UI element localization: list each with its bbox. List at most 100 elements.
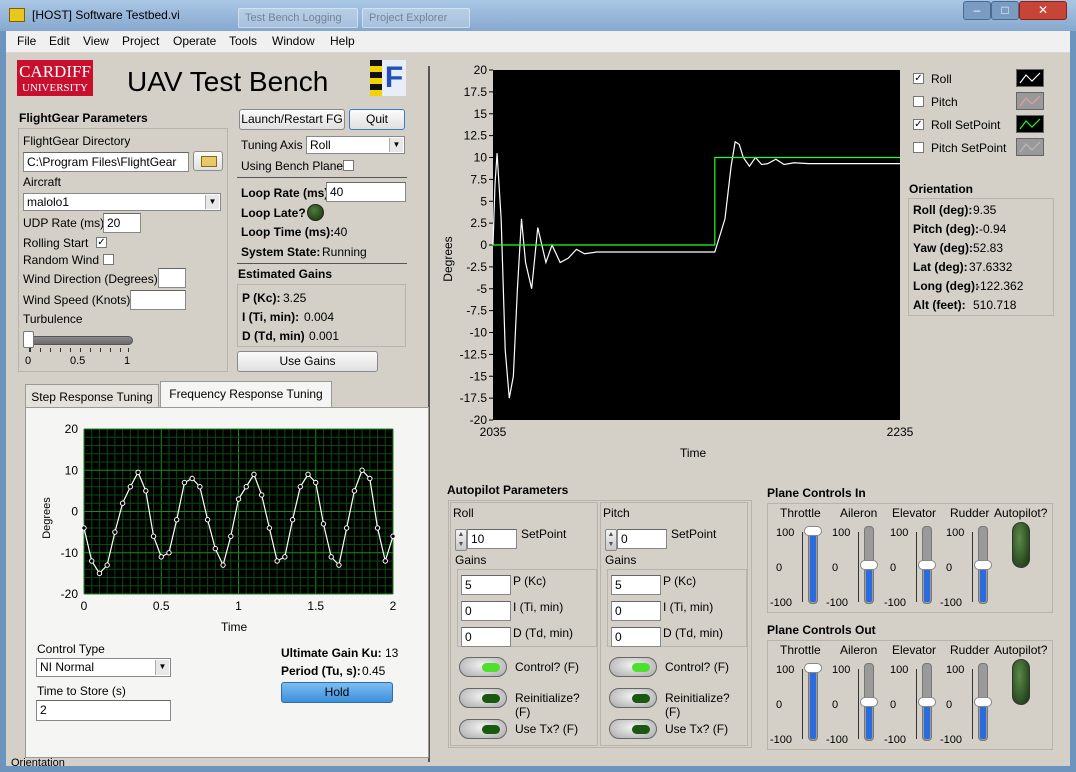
menu-view[interactable]: View [83, 34, 109, 48]
ultimate-gain-value: 13 [385, 646, 399, 660]
legend-label: Pitch [931, 95, 958, 109]
cardiff-university-logo: CARDIFF UNIVERSITY [17, 60, 93, 96]
d-gain-value: 0.001 [309, 329, 340, 343]
i-gain-label: I (Ti, min) [513, 600, 564, 614]
quit-button[interactable]: Quit [349, 109, 405, 130]
menu-help[interactable]: Help [330, 34, 355, 48]
slider-thumb[interactable] [860, 697, 878, 707]
autopilot-toggle[interactable] [1012, 659, 1030, 705]
udp-rate-field[interactable]: 20 [103, 213, 141, 233]
d-gain-label: D (Td, min) [513, 626, 573, 640]
slider-thumb[interactable] [804, 526, 822, 536]
bench-plane-checkbox[interactable] [343, 160, 354, 171]
plane-controls-in-group: Throttle Aileron Elevator Rudder Autopilot? 1… [767, 503, 1053, 613]
slider-thumb[interactable] [974, 697, 992, 707]
setpoint-field[interactable]: 10 [467, 529, 517, 549]
d-gain-field[interactable]: 0 [611, 627, 661, 647]
control-button[interactable] [609, 657, 657, 677]
p-gain-field[interactable]: 5 [611, 575, 661, 595]
legend-swatch[interactable] [1016, 92, 1044, 110]
fg-params-title: FlightGear Parameters [19, 111, 148, 125]
use-tx-button[interactable] [459, 719, 507, 739]
reinitialize-button[interactable] [609, 688, 657, 708]
orientation-title: Orientation [909, 182, 974, 196]
reinitialize-button[interactable] [459, 688, 507, 708]
data-point [289, 517, 296, 523]
slider-thumb[interactable] [860, 560, 878, 570]
control-type-value: NI Normal [40, 660, 95, 674]
wind-direction-field[interactable] [158, 268, 186, 288]
wind-speed-field[interactable] [130, 290, 186, 310]
legend-pitch-checkbox[interactable] [913, 96, 924, 107]
hold-button[interactable]: Hold [281, 682, 393, 703]
menu-operate[interactable]: Operate [173, 34, 216, 48]
orientation-value: 37.6332 [969, 260, 1013, 274]
i-gain-field[interactable]: 0 [461, 601, 511, 621]
use-gains-button[interactable]: Use Gains [237, 351, 378, 372]
p-gain-field[interactable]: 5 [461, 575, 511, 595]
fg-directory-field[interactable]: C:\Program Files\FlightGear [23, 152, 189, 172]
tab-step-response[interactable]: Step Response Tuning [25, 384, 159, 408]
tuning-axis-dropdown[interactable]: Roll ▼ [306, 136, 405, 154]
legend-swatch-icon [1019, 95, 1041, 107]
scale-label: -100 [884, 734, 907, 746]
control-type-dropdown[interactable]: NI Normal ▼ [36, 658, 171, 677]
d-gain-field[interactable]: 0 [461, 627, 511, 647]
slider-thumb[interactable] [918, 697, 936, 707]
aircraft-dropdown[interactable]: malolo1 ▼ [23, 193, 221, 211]
data-point [189, 475, 195, 482]
period-label: Period (Tu, s): [281, 664, 361, 678]
background-window-tab[interactable]: Test Bench Logging [238, 8, 358, 28]
led-indicator-icon [632, 694, 650, 703]
legend-swatch-icon [1019, 118, 1041, 130]
launch-restart-button[interactable]: Launch/Restart FG [239, 109, 345, 130]
random-wind-checkbox[interactable] [103, 254, 114, 265]
legend-swatch[interactable] [1016, 69, 1044, 87]
setpoint-spinner[interactable]: ▲ ▼ [605, 529, 617, 551]
autopilot-toggle[interactable] [1012, 522, 1030, 568]
legend-pitch-setpoint-checkbox[interactable] [913, 142, 924, 153]
scale-label: -100 [940, 597, 963, 609]
menu-project[interactable]: Project [122, 34, 159, 48]
use-tx-button[interactable] [609, 719, 657, 739]
aircraft-label: Aircraft [23, 175, 62, 189]
slider-thumb[interactable] [918, 560, 936, 570]
setpoint-field[interactable]: 0 [617, 529, 667, 549]
time-to-store-field[interactable]: 2 [36, 700, 171, 721]
turbulence-slider[interactable] [25, 336, 133, 345]
minimize-button[interactable]: – [963, 1, 991, 20]
menu-tools[interactable]: Tools [229, 34, 257, 48]
plane-controls-in-title: Plane Controls In [767, 486, 866, 500]
x-tick-label: 2235 [887, 425, 914, 439]
d-gain-label: D (Td, min) [663, 626, 723, 640]
plane-controls-out-group: Throttle Aileron Elevator Rudder Autopilot? 1… [767, 640, 1053, 750]
setpoint-spinner[interactable]: ▲ ▼ [455, 529, 467, 551]
control-slider[interactable] [808, 526, 818, 604]
browse-folder-button[interactable] [193, 151, 223, 171]
legend-roll-setpoint-checkbox[interactable]: ✓ [913, 119, 924, 130]
legend-swatch[interactable] [1016, 115, 1044, 133]
slider-thumb[interactable] [804, 663, 822, 673]
legend-roll-checkbox[interactable]: ✓ [913, 73, 924, 84]
data-point [112, 529, 118, 535]
menu-window[interactable]: Window [272, 34, 315, 48]
control-slider[interactable] [808, 663, 818, 741]
led-indicator-icon [632, 725, 650, 734]
menu-file[interactable]: File [17, 34, 36, 48]
legend-swatch[interactable] [1016, 138, 1044, 156]
turbulence-slider-thumb[interactable] [23, 331, 34, 348]
slider-thumb[interactable] [974, 560, 992, 570]
background-window-tab[interactable]: Project Explorer [362, 8, 470, 28]
control-button[interactable] [459, 657, 507, 677]
loop-late-led [307, 204, 324, 221]
close-button[interactable]: ✕ [1019, 1, 1067, 20]
tab-frequency-response[interactable]: Frequency Response Tuning [160, 381, 332, 408]
i-gain-field[interactable]: 0 [611, 601, 661, 621]
slider-fill [924, 702, 930, 739]
loop-rate-field[interactable]: 40 [326, 182, 406, 202]
maximize-button[interactable]: □ [991, 1, 1019, 20]
menu-edit[interactable]: Edit [49, 34, 70, 48]
rolling-start-checkbox[interactable]: ✓ [96, 237, 107, 248]
orientation-label: Yaw (deg): [913, 241, 974, 255]
d-gain-label: D (Td, min) [242, 329, 305, 343]
